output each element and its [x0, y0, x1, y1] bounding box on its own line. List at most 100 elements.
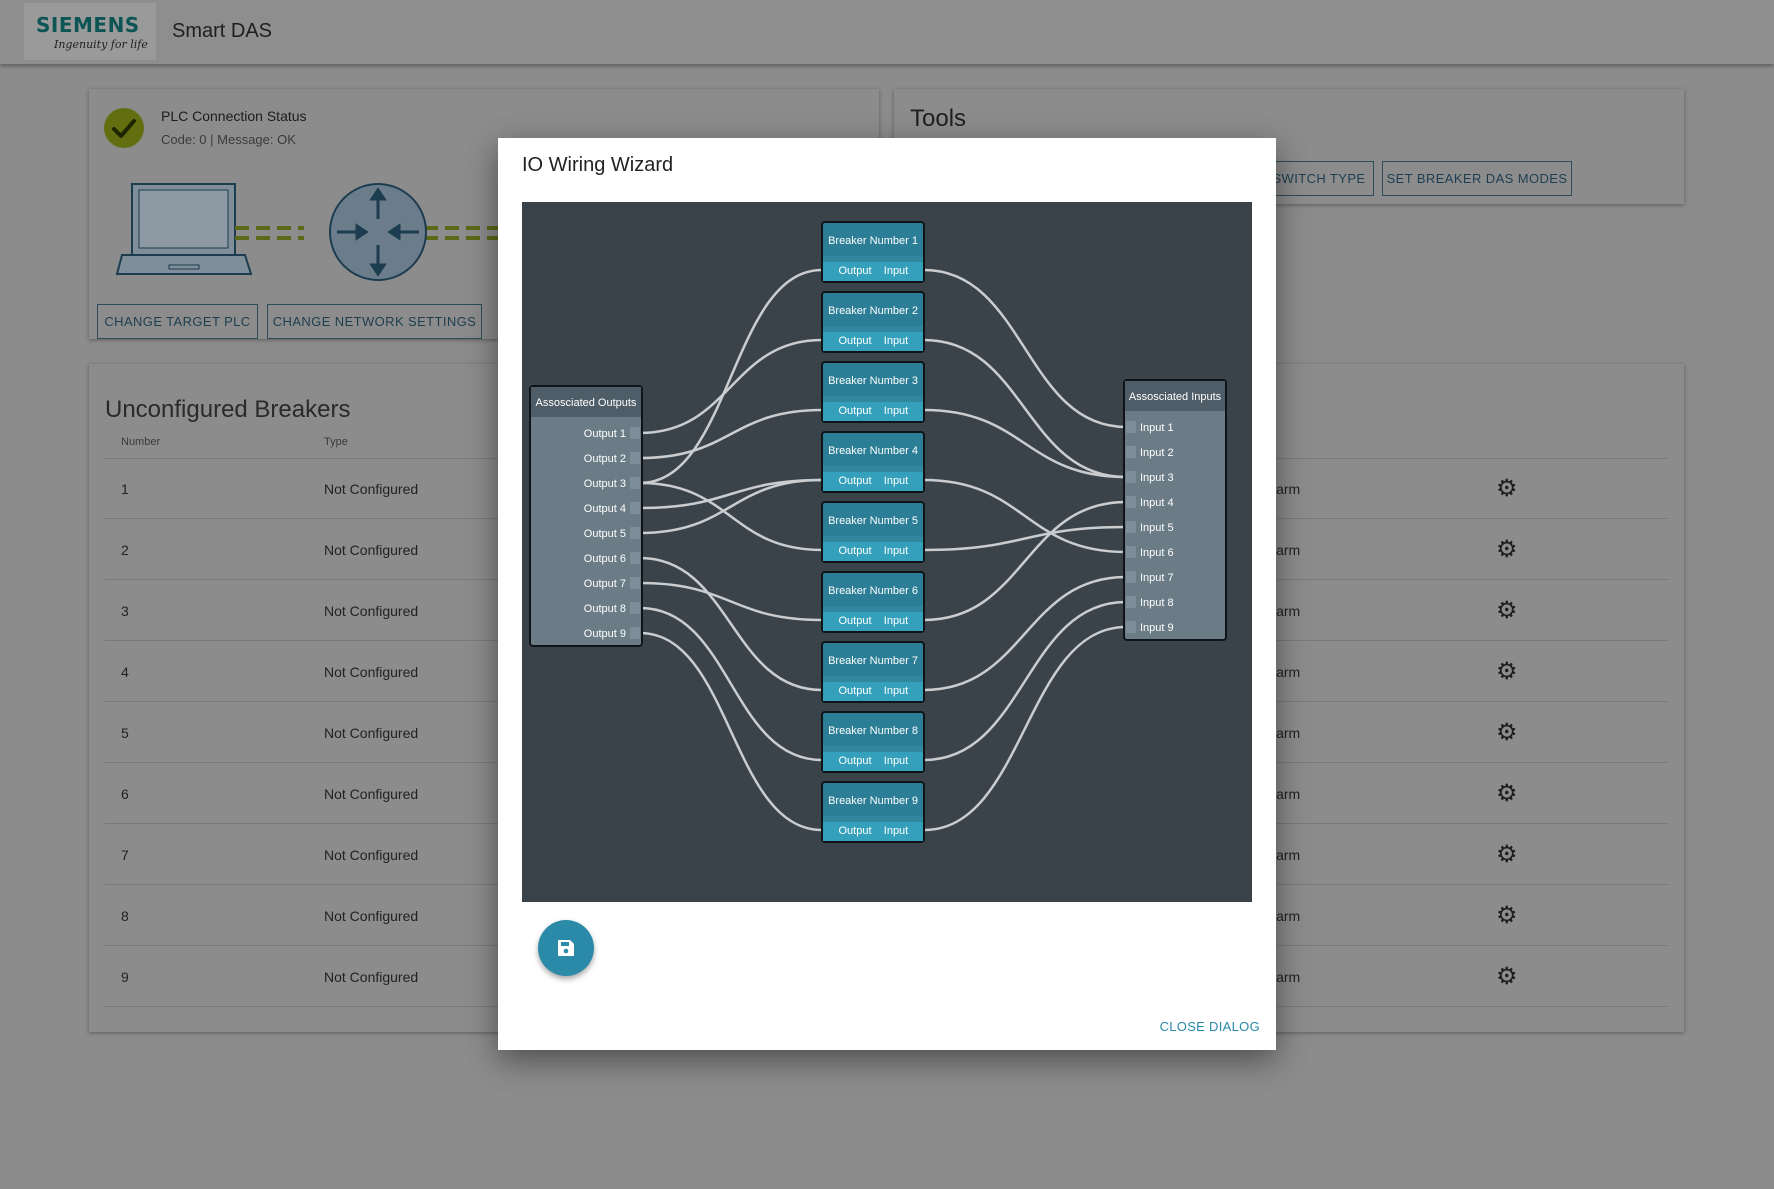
gear-icon[interactable]: ⚙ — [1496, 721, 1518, 745]
breaker-type: Not Configured — [324, 908, 419, 924]
gear-icon[interactable]: ⚙ — [1496, 660, 1518, 684]
breaker-node-title: Breaker Number 4 — [828, 445, 918, 457]
wiring-canvas[interactable]: Assosciated Outputs Output 1 Output 2 Outpu… — [522, 202, 1252, 902]
gear-icon[interactable]: ⚙ — [1496, 477, 1518, 501]
breaker-node[interactable]: Breaker Number 4 Output Input — [821, 431, 925, 493]
breaker-output-label: Output — [838, 755, 871, 767]
breaker-input-label: Input — [884, 615, 908, 627]
column-header-number: Number — [121, 436, 161, 448]
breaker-number: 1 — [121, 481, 129, 497]
breaker-number: 2 — [121, 542, 129, 558]
breaker-node-divider — [823, 326, 923, 332]
breaker-type: Not Configured — [324, 481, 419, 497]
output-port-label: Output 2 — [584, 453, 626, 465]
breaker-node-title: Breaker Number 1 — [828, 235, 918, 247]
breaker-type: Not Configured — [324, 969, 419, 985]
breaker-number: 9 — [121, 969, 129, 985]
breaker-output-label: Output — [838, 265, 871, 277]
breaker-node-title: Breaker Number 7 — [828, 655, 918, 667]
output-port-label: Output 8 — [584, 603, 626, 615]
breaker-output-label: Output — [838, 825, 871, 837]
breaker-type: Not Configured — [324, 786, 419, 802]
breaker-alarm: larm — [1273, 786, 1301, 802]
save-button[interactable] — [538, 920, 594, 976]
breaker-node[interactable]: Breaker Number 5 Output Input — [821, 501, 925, 563]
breaker-node[interactable]: Breaker Number 9 Output Input — [821, 781, 925, 843]
gear-icon[interactable]: ⚙ — [1496, 538, 1518, 562]
breaker-node-divider — [823, 256, 923, 262]
breaker-node[interactable]: Breaker Number 7 Output Input — [821, 641, 925, 703]
input-port — [1126, 446, 1136, 458]
breaker-node[interactable]: Breaker Number 8 Output Input — [821, 711, 925, 773]
breaker-number: 6 — [121, 786, 129, 802]
siemens-logo[interactable]: SIEMENS Ingenuity for life — [24, 3, 156, 60]
output-port-label: Output 9 — [584, 628, 626, 640]
output-port — [630, 577, 640, 589]
breaker-type: Not Configured — [324, 847, 419, 863]
app-title: Smart DAS — [172, 20, 273, 42]
input-port-label: Input 1 — [1140, 422, 1174, 434]
inputs-header: Assosciated Inputs — [1129, 391, 1222, 403]
breaker-output-label: Output — [838, 615, 871, 627]
set-breaker-das-modes-button[interactable]: SET BREAKER DAS MODES — [1382, 161, 1572, 196]
breaker-node-divider — [823, 536, 923, 542]
output-port-label: Output 3 — [584, 478, 626, 490]
input-port-label: Input 2 — [1140, 447, 1174, 459]
close-dialog-button[interactable]: CLOSE DIALOG — [1160, 1019, 1260, 1034]
breaker-node-divider — [823, 466, 923, 472]
breaker-node[interactable]: Breaker Number 6 Output Input — [821, 571, 925, 633]
outputs-header: Assosciated Outputs — [536, 397, 637, 409]
router-icon — [329, 183, 427, 281]
input-port-label: Input 9 — [1140, 622, 1174, 634]
output-port-label: Output 4 — [584, 503, 626, 515]
breaker-input-label: Input — [884, 405, 908, 417]
breaker-node[interactable]: Breaker Number 1 Output Input — [821, 221, 925, 283]
breaker-type: Not Configured — [324, 725, 419, 741]
input-port — [1126, 496, 1136, 508]
breaker-node-divider — [823, 396, 923, 402]
breaker-node-title: Breaker Number 3 — [828, 375, 918, 387]
output-port-label: Output 1 — [584, 428, 626, 440]
output-port-label: Output 5 — [584, 528, 626, 540]
breaker-node-divider — [823, 676, 923, 682]
gear-icon[interactable]: ⚙ — [1496, 843, 1518, 867]
change-target-plc-button[interactable]: CHANGE TARGET PLC — [97, 304, 258, 339]
input-port-label: Input 4 — [1140, 497, 1174, 509]
logo-tagline: Ingenuity for life — [54, 38, 148, 51]
breaker-input-label: Input — [884, 685, 908, 697]
input-port — [1126, 471, 1136, 483]
gear-icon[interactable]: ⚙ — [1496, 965, 1518, 989]
tools-title: Tools — [910, 105, 967, 132]
floppy-disk-icon — [558, 940, 574, 956]
breaker-input-label: Input — [884, 265, 908, 277]
breaker-alarm: larm — [1273, 542, 1301, 558]
input-port-label: Input 3 — [1140, 472, 1174, 484]
breaker-type: Not Configured — [324, 664, 419, 680]
breaker-node-divider — [823, 746, 923, 752]
breaker-node-title: Breaker Number 9 — [828, 795, 918, 807]
breaker-output-label: Output — [838, 405, 871, 417]
gear-icon[interactable]: ⚙ — [1496, 782, 1518, 806]
output-port — [630, 477, 640, 489]
input-port — [1126, 621, 1136, 633]
gear-icon[interactable]: ⚙ — [1496, 904, 1518, 928]
column-header-type: Type — [324, 436, 348, 448]
breaker-node[interactable]: Breaker Number 2 Output Input — [821, 291, 925, 353]
input-port — [1126, 521, 1136, 533]
output-port — [630, 627, 640, 639]
breaker-type: Not Configured — [324, 542, 419, 558]
input-port — [1126, 596, 1136, 608]
breaker-output-label: Output — [838, 545, 871, 557]
app-bar: SIEMENS Ingenuity for life Smart DAS — [0, 0, 1774, 64]
breaker-input-label: Input — [884, 825, 908, 837]
breaker-input-label: Input — [884, 335, 908, 347]
breakers-title: Unconfigured Breakers — [105, 396, 351, 423]
io-wiring-wizard-dialog: IO Wiring Wizard Assosciated Outputs Outp… — [498, 138, 1276, 1050]
gear-icon[interactable]: ⚙ — [1496, 599, 1518, 623]
breaker-input-label: Input — [884, 755, 908, 767]
output-port — [630, 602, 640, 614]
breaker-node[interactable]: Breaker Number 3 Output Input — [821, 361, 925, 423]
change-network-settings-button[interactable]: CHANGE NETWORK SETTINGS — [267, 304, 482, 339]
switch-type-button[interactable]: SWITCH TYPE — [1264, 161, 1374, 196]
breaker-node-title: Breaker Number 2 — [828, 305, 918, 317]
